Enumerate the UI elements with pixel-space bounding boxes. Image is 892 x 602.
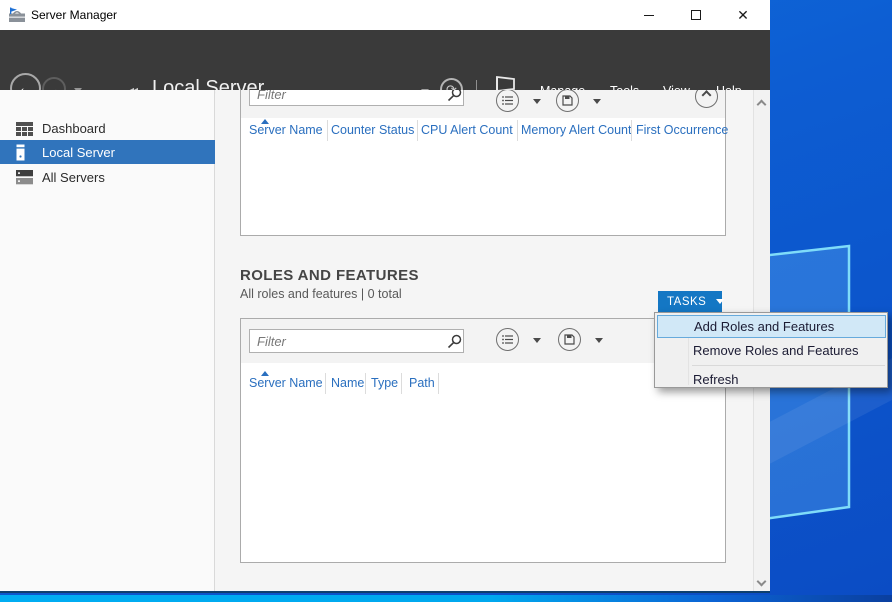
column-header[interactable]: Type xyxy=(371,376,398,390)
section-title: ROLES AND FEATURES xyxy=(240,267,419,284)
list-view-button[interactable] xyxy=(496,90,519,112)
sidebar-item-local-server[interactable]: Local Server xyxy=(0,140,215,164)
list-view-dropdown-icon[interactable] xyxy=(533,99,541,104)
column-header[interactable]: CPU Alert Count xyxy=(421,123,513,137)
close-button[interactable]: ✕ xyxy=(726,0,760,30)
save-query-dropdown-icon[interactable] xyxy=(593,99,601,104)
sidebar-item-all-servers[interactable]: All Servers xyxy=(0,166,215,189)
roles-filter-input[interactable] xyxy=(249,329,464,353)
column-header[interactable]: First Occurrence xyxy=(636,123,728,137)
menu-item-remove-roles-and-features[interactable]: Remove Roles and Features xyxy=(657,339,886,362)
screen: Server Manager ✕ ← → ◂◂ Local Server ⟳ M… xyxy=(0,0,892,602)
menu-item-refresh[interactable]: Refresh xyxy=(657,368,886,391)
minimize-button[interactable] xyxy=(632,0,666,30)
sidebar-item-label: Local Server xyxy=(42,145,115,160)
maximize-icon xyxy=(691,10,701,20)
search-icon xyxy=(447,334,462,349)
server-manager-app-icon xyxy=(8,7,26,23)
save-query-button[interactable] xyxy=(556,90,579,112)
column-header[interactable]: Counter Status xyxy=(331,123,414,137)
list-view-button[interactable] xyxy=(496,328,519,351)
sidebar-item-label: All Servers xyxy=(42,170,105,185)
list-icon xyxy=(502,335,513,344)
tasks-button-label: TASKS xyxy=(667,296,706,308)
list-view-dropdown-icon[interactable] xyxy=(533,338,541,343)
column-divider xyxy=(325,373,326,394)
title-bar[interactable]: Server Manager ✕ xyxy=(0,0,770,30)
section-subtitle: All roles and features | 0 total xyxy=(240,287,402,301)
chevron-down-icon xyxy=(702,90,712,100)
column-header[interactable]: Path xyxy=(409,376,435,390)
column-header[interactable]: Name xyxy=(331,376,364,390)
save-query-dropdown-icon[interactable] xyxy=(595,338,603,343)
column-divider xyxy=(417,120,418,141)
maximize-button[interactable] xyxy=(679,0,713,30)
collapse-panel-button[interactable] xyxy=(695,90,718,108)
column-header[interactable]: Server Name xyxy=(249,123,323,137)
column-divider xyxy=(438,373,439,394)
menu-separator xyxy=(692,365,885,366)
column-divider xyxy=(365,373,366,394)
column-divider xyxy=(327,120,328,141)
menu-item-add-roles-and-features[interactable]: Add Roles and Features xyxy=(657,315,886,338)
events-filter-input[interactable] xyxy=(249,90,464,106)
save-query-button[interactable] xyxy=(558,328,581,351)
column-divider xyxy=(401,373,402,394)
chevron-down-icon xyxy=(716,299,724,304)
save-icon xyxy=(564,334,575,345)
all-servers-icon xyxy=(16,170,34,185)
sidebar-item-label: Dashboard xyxy=(42,121,106,136)
column-divider xyxy=(517,120,518,141)
tasks-button[interactable]: TASKS xyxy=(658,291,722,312)
desktop-bottom-glow xyxy=(0,595,892,602)
column-divider xyxy=(631,120,632,141)
events-panel: Server Name Counter Status CPU Alert Cou… xyxy=(240,90,726,236)
local-server-icon xyxy=(16,144,34,161)
column-header[interactable]: Memory Alert Count xyxy=(521,123,631,137)
minimize-icon xyxy=(644,15,654,16)
server-manager-window: Server Manager ✕ ← → ◂◂ Local Server ⟳ M… xyxy=(0,0,770,593)
window-title: Server Manager xyxy=(31,8,117,22)
list-icon xyxy=(502,96,513,105)
navigation-bar: ← → ◂◂ Local Server ⟳ Manage Tools View … xyxy=(0,30,770,90)
sidebar-item-dashboard[interactable]: Dashboard xyxy=(0,117,215,140)
tasks-dropdown-menu: Add Roles and Features Remove Roles and … xyxy=(654,312,888,388)
save-icon xyxy=(562,95,573,106)
search-icon xyxy=(447,90,462,102)
sidebar: Dashboard Local Server xyxy=(0,90,215,593)
dashboard-icon xyxy=(16,122,34,136)
column-header[interactable]: Server Name xyxy=(249,376,323,390)
